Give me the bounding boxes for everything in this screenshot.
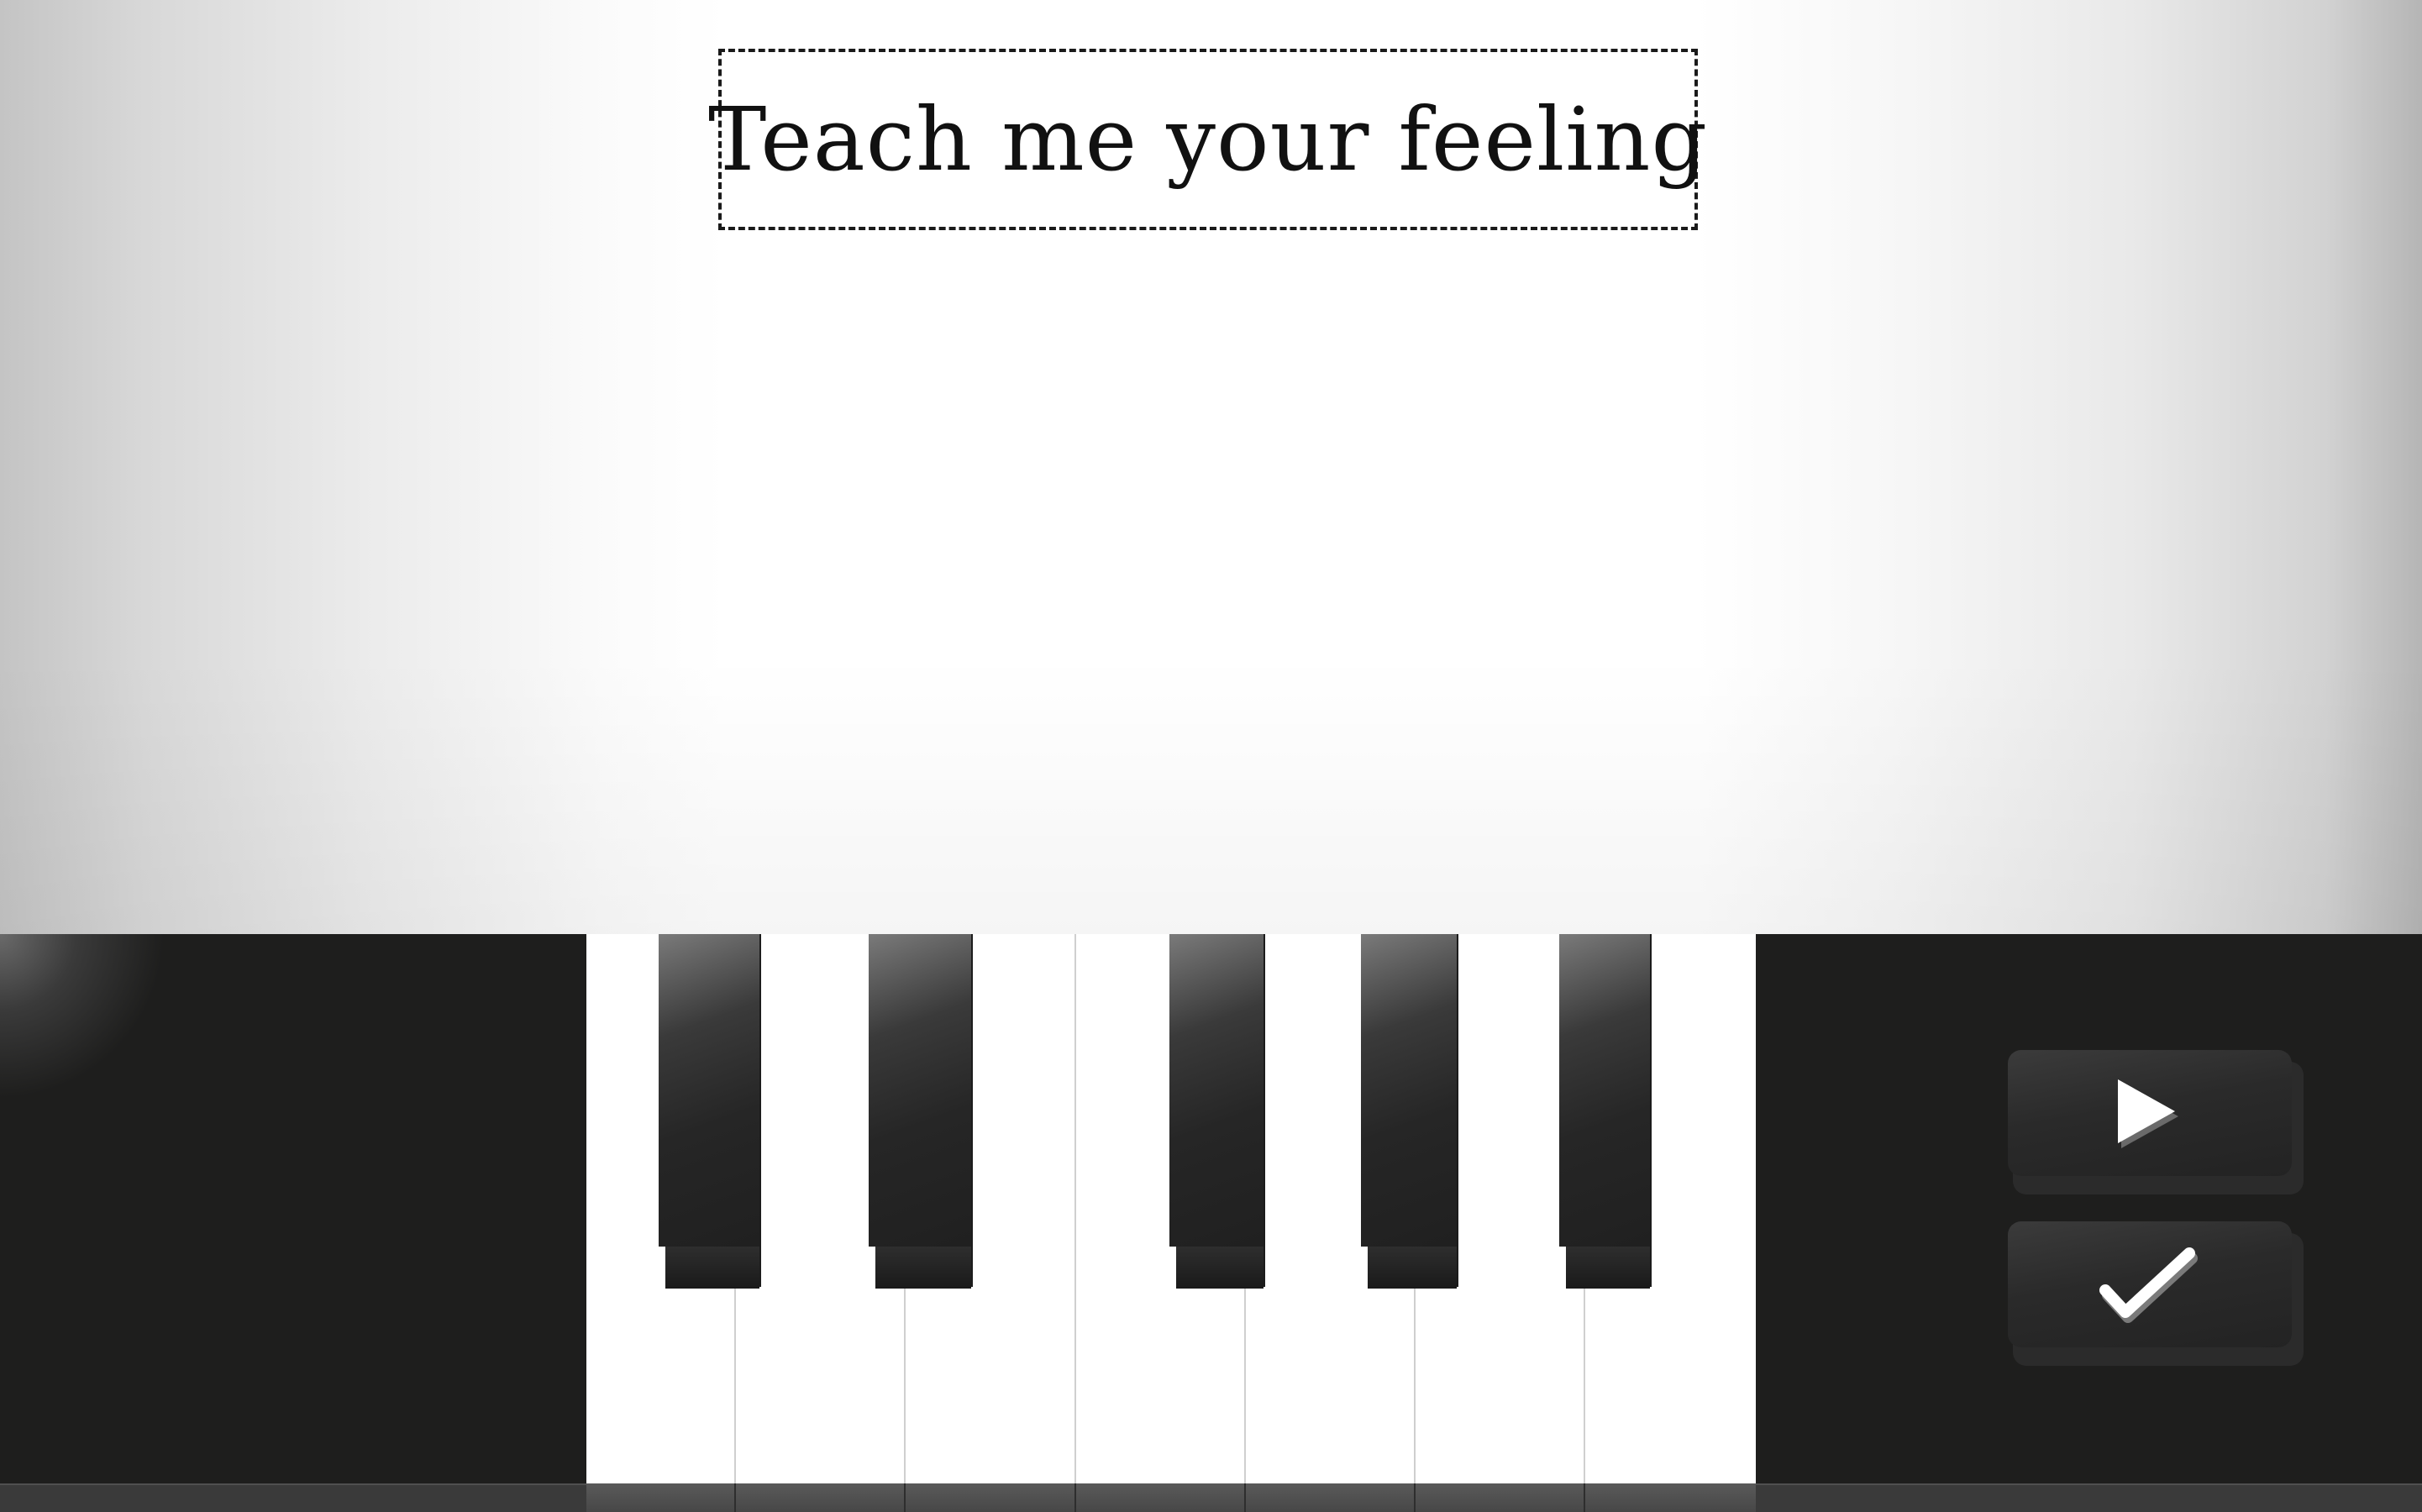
play-button-face [2008, 1050, 2292, 1176]
black-key-2[interactable] [869, 934, 973, 1289]
play-button[interactable] [2008, 1050, 2304, 1194]
white-key-front [1076, 1483, 1246, 1512]
black-key-5[interactable] [1559, 934, 1652, 1289]
white-key-front [906, 1483, 1076, 1512]
console-left-panel [0, 934, 586, 1484]
white-key-front [1585, 1483, 1756, 1512]
title-box: Teach me your feeling [708, 49, 1707, 230]
black-key-top [1169, 934, 1264, 1247]
black-key-4[interactable] [1361, 934, 1458, 1289]
black-key-front [1368, 1247, 1457, 1289]
black-key-front [665, 1247, 759, 1289]
black-key-top [659, 934, 759, 1247]
page-title: Teach me your feeling [707, 88, 1709, 191]
white-key-front [586, 1483, 736, 1512]
piano-keyboard [586, 934, 1756, 1512]
play-icon [2118, 1079, 2178, 1148]
confirm-button[interactable] [2008, 1221, 2304, 1366]
black-key-front [1566, 1247, 1650, 1289]
black-key-1[interactable] [659, 934, 761, 1289]
black-key-top [1559, 934, 1650, 1247]
white-key-front [1416, 1483, 1585, 1512]
confirm-button-face [2008, 1221, 2292, 1347]
black-key-front [1176, 1247, 1264, 1289]
black-key-top [869, 934, 971, 1247]
check-icon [2099, 1247, 2198, 1323]
black-key-front [875, 1247, 971, 1289]
black-key-3[interactable] [1169, 934, 1265, 1289]
white-key-front [1246, 1483, 1416, 1512]
black-key-top [1361, 934, 1457, 1247]
white-key-front [736, 1483, 906, 1512]
app-stage: Teach me your feeling [0, 0, 2422, 1512]
